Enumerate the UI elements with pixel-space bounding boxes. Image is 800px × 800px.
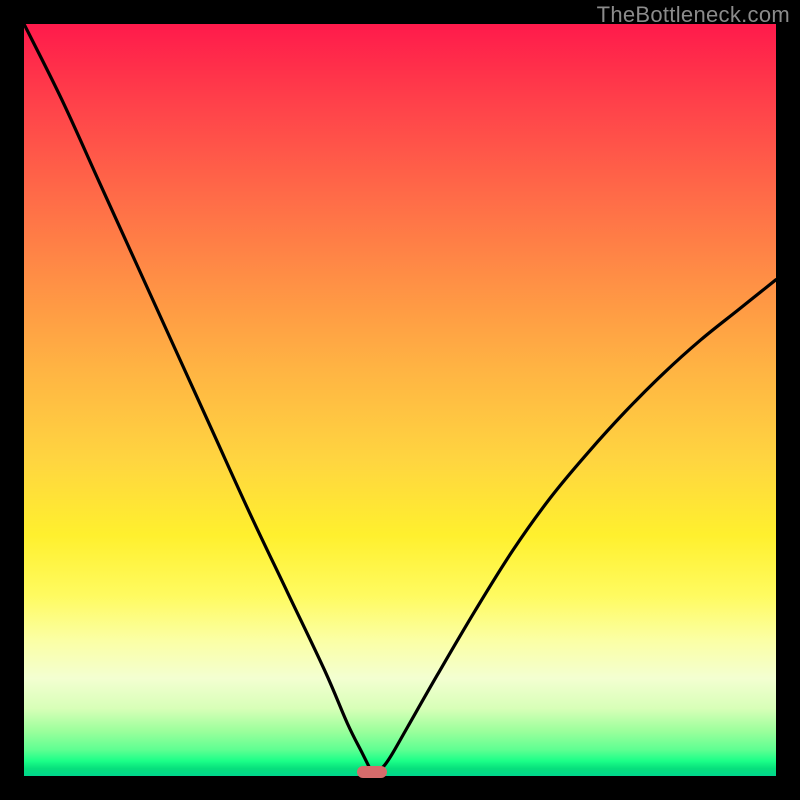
watermark-text: TheBottleneck.com — [597, 2, 790, 28]
bottleneck-curve — [24, 24, 776, 776]
plot-area — [24, 24, 776, 776]
chart-frame: TheBottleneck.com — [0, 0, 800, 800]
optimal-marker — [357, 766, 387, 778]
